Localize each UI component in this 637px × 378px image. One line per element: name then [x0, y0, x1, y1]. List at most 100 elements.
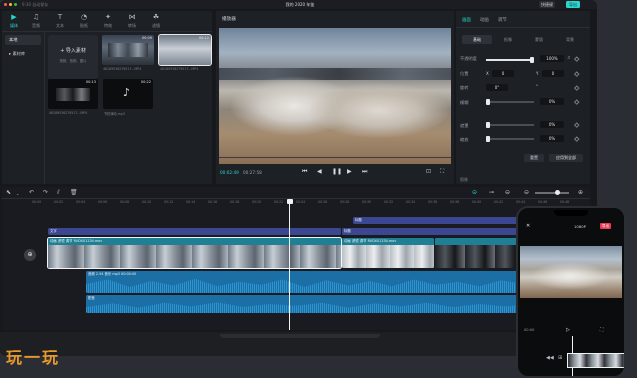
zoom-out-icon[interactable]: ⊖	[524, 189, 529, 196]
opacity-knob[interactable]	[530, 57, 534, 63]
tool-transition[interactable]: ⋈ 转场	[122, 12, 142, 29]
play-icon[interactable]: ▷	[566, 327, 570, 333]
tool-sticker[interactable]: ◔ 贴纸	[74, 12, 94, 29]
apply-all-button[interactable]: 应用到全部	[549, 154, 583, 162]
opacity-value[interactable]: 100%	[540, 55, 564, 62]
redo-icon[interactable]: ↷	[43, 189, 48, 196]
player-title: 播放器	[222, 17, 236, 22]
import-media-button[interactable]: + 导入素材 视频、音频、图片	[48, 35, 98, 79]
opacity-slider[interactable]	[486, 59, 534, 61]
pause-icon[interactable]: ❚❚	[332, 168, 342, 175]
category-library[interactable]: ▸ 素材库	[5, 49, 41, 59]
x-label: X	[486, 71, 489, 76]
video-clip-2[interactable]: 动画 滤镜 调节 RVDX01234.mov	[342, 238, 434, 268]
tool-effects[interactable]: ✦ 特效	[98, 12, 118, 29]
blur-value[interactable]: 0%	[540, 98, 564, 105]
video-clip-3[interactable]	[435, 238, 523, 268]
rotation-field[interactable]: 0°	[486, 84, 508, 91]
tool-audio[interactable]: ♫ 音频	[26, 12, 46, 29]
scrub-bar[interactable]	[219, 157, 451, 158]
keyframe-icon[interactable]	[574, 99, 580, 105]
zoom-window-icon[interactable]	[14, 3, 17, 6]
audio-clip-music[interactable]: 音频 2.54 音乐 mp3 00:00:00	[86, 271, 523, 293]
scale-slider[interactable]	[490, 138, 534, 140]
minimize-window-icon[interactable]	[9, 3, 12, 6]
video-preview[interactable]	[219, 28, 451, 164]
subtab-mask[interactable]: 蒙版	[524, 35, 554, 44]
category-local[interactable]: 本地	[5, 35, 41, 45]
text-clip-title[interactable]: 标题	[342, 228, 523, 235]
tab-picture[interactable]: 画面	[462, 17, 471, 23]
reset-button[interactable]: 重置	[524, 154, 544, 162]
media-thumb-3[interactable]: 00:13	[48, 79, 98, 109]
export-button[interactable]: 导出	[566, 1, 580, 8]
phone-video-clip[interactable]	[567, 353, 624, 368]
zoom-slider[interactable]	[535, 192, 569, 194]
media-thumb-caption: 46189536279517...MP4	[49, 111, 88, 115]
split-icon[interactable]: ⫽	[57, 189, 60, 197]
zoom-slider-knob[interactable]	[555, 190, 560, 195]
phone-resolution[interactable]: 1080P	[574, 224, 586, 229]
chevron-down-icon[interactable]: ⌄	[16, 191, 19, 196]
delete-icon[interactable]: 🗑	[70, 189, 78, 196]
scale-value[interactable]: 0%	[540, 135, 564, 142]
keyframe-icon[interactable]	[574, 122, 580, 128]
audio-clip-voice[interactable]: 配音	[86, 295, 523, 313]
playhead-handle[interactable]	[286, 199, 293, 204]
next-frame-icon[interactable]: ▶	[347, 168, 352, 175]
media-thumb-4[interactable]: ♪ 00:22	[103, 79, 153, 109]
blur-slider[interactable]	[490, 101, 534, 103]
title-bar: 9:30 自动保存 我的 2020 年鉴 快捷键 导出	[0, 0, 597, 9]
mask-slider[interactable]	[490, 124, 534, 126]
zoom-in-icon[interactable]: ⊕	[578, 189, 583, 196]
mask-value[interactable]: 0%	[540, 121, 564, 128]
steam-cloud	[309, 83, 449, 138]
tool-filter[interactable]: ☘ 滤镜	[146, 12, 166, 29]
cursor-select-icon[interactable]: ⬉	[6, 189, 11, 196]
laptop-screen: 9:30 自动保存 我的 2020 年鉴 快捷键 导出 ▶ 媒体 ♫ 音频 T 文本 …	[0, 0, 597, 356]
subtab-basic[interactable]: 基础	[462, 35, 492, 44]
tab-adjust[interactable]: 调节	[498, 17, 507, 23]
fullscreen-icon[interactable]: ⛶	[440, 168, 444, 176]
keyframe-icon[interactable]	[574, 56, 580, 62]
prev-frame-icon[interactable]: ◀	[317, 168, 322, 175]
filter-icon: ☘	[152, 13, 160, 21]
thumb-image	[56, 88, 90, 101]
current-time: 00:02:49	[220, 170, 239, 175]
fullscreen-icon[interactable]: ⛶	[600, 327, 604, 333]
text-clip-title-top[interactable]: 标题	[353, 217, 523, 224]
position-y-field[interactable]: 0	[542, 70, 564, 77]
tool-text[interactable]: T 文本	[50, 12, 70, 29]
keyframe-icon[interactable]	[574, 71, 580, 77]
cover-button[interactable]: ⊕	[24, 249, 36, 261]
stepper-icon[interactable]: ⇵	[567, 55, 570, 60]
video-clip-selected[interactable]: 动画 滤镜 调节 RVDX01234.mov	[47, 237, 342, 269]
tool-media[interactable]: ▶ 媒体	[4, 12, 24, 29]
media-thumb-1[interactable]: 00:09	[102, 35, 154, 65]
shortcut-button[interactable]: 快捷键	[539, 1, 555, 8]
media-thumb-2[interactable]: 00:12	[158, 34, 212, 66]
phone-preview[interactable]	[520, 246, 622, 298]
position-x-field[interactable]: 0	[492, 70, 514, 77]
link-icon[interactable]: ⊸	[489, 189, 494, 196]
subtab-keying[interactable]: 抠像	[493, 35, 523, 44]
phone-export-button[interactable]: 导出	[600, 223, 612, 229]
playhead[interactable]	[289, 199, 290, 330]
aspect-ratio-icon[interactable]: ⊡	[426, 168, 431, 175]
mute-icon[interactable]: ◀◀	[546, 355, 554, 361]
text-clip-main[interactable]: 文字	[48, 228, 341, 235]
add-clip-icon[interactable]: ⊞	[558, 355, 562, 361]
subtab-background[interactable]: 背景	[555, 35, 585, 44]
close-icon[interactable]: ✕	[526, 223, 530, 229]
keyframe-icon[interactable]	[574, 85, 580, 91]
time-ruler[interactable]: 00:00 00:02 00:04 00:06 00:08 00:10 00:12 00:14…	[32, 199, 590, 207]
preview-axis-icon[interactable]: ⊖	[505, 189, 510, 196]
close-window-icon[interactable]	[4, 3, 7, 6]
skip-start-icon[interactable]: ⏮	[302, 168, 307, 176]
tab-animation[interactable]: 动画	[480, 17, 489, 23]
magnet-icon[interactable]: ⊝	[472, 189, 477, 196]
undo-icon[interactable]: ↶	[29, 189, 34, 196]
keyframe-icon[interactable]	[574, 136, 580, 142]
laptop-base	[0, 332, 597, 356]
skip-end-icon[interactable]: ⏭	[362, 168, 367, 176]
